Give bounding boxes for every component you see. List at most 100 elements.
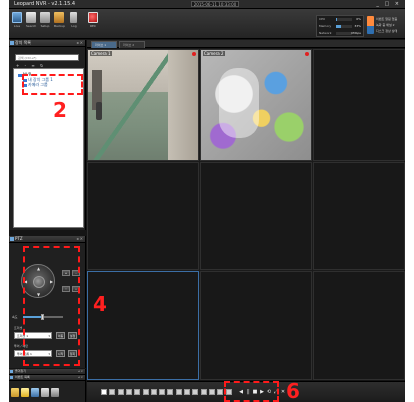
app-title: Leopard NVR - v2.1.15.4: [14, 1, 76, 7]
device-panel-title: 장치 목록: [15, 40, 31, 45]
trash-icon[interactable]: [51, 388, 59, 397]
video-tile-selected[interactable]: [87, 271, 199, 380]
event-panel-title: 이벤트 목록: [15, 375, 30, 379]
backup-button[interactable]: Backup: [54, 12, 65, 28]
record-label: REC: [89, 24, 97, 28]
layout-split-button[interactable]: [142, 389, 149, 395]
layout-split-button[interactable]: [150, 389, 157, 395]
status-bar: [336, 18, 352, 21]
camera-label: Camera 2: [203, 51, 225, 56]
status-value: 33%: [354, 24, 361, 28]
video-tile-empty[interactable]: [200, 271, 312, 380]
layout-split-button[interactable]: [159, 389, 166, 395]
event-panel-header[interactable]: 이벤트 목록 ◂ ×: [9, 375, 85, 381]
panel-icon: [10, 41, 14, 45]
search-playback-icon: [26, 12, 36, 23]
log-label: Log: [71, 24, 77, 28]
favorite-star-icon[interactable]: [21, 388, 29, 397]
camera-label: Camera 1: [90, 51, 112, 56]
window-controls[interactable]: _ □ ×: [376, 1, 401, 7]
bottom-left-panels: 즐겨찾기 ◂ × 이벤트 목록 ◂ ×: [9, 369, 86, 402]
panel-controls[interactable]: ◂ ×: [76, 236, 83, 242]
layout-split-button[interactable]: [117, 389, 124, 395]
recording-indicator-icon: [192, 52, 196, 56]
layout-split-button[interactable]: [167, 389, 174, 395]
layout-save-icon[interactable]: [31, 388, 39, 397]
recording-indicator-icon: [305, 52, 309, 56]
setup-icon: [40, 12, 50, 23]
annotation-box-6: [224, 381, 279, 402]
backup-label: Backup: [54, 24, 65, 28]
system-status-panel: CPU 6% Memory 33% Network 0Mbps: [316, 15, 364, 37]
annotation-number-6: 6: [286, 379, 300, 402]
status-value: 0Mbps: [351, 31, 361, 35]
tab-live-2[interactable]: 라이브 2: [119, 41, 145, 48]
alarm-panel[interactable]: 이벤트 알림 없음 녹화 중 채널 2 디스크 정상 상태: [367, 15, 401, 37]
layout-split-button[interactable]: [208, 389, 215, 395]
camera-1-scene-person: [96, 102, 102, 120]
annotation-box-2: [22, 74, 83, 95]
layout-split-button[interactable]: [134, 389, 141, 395]
camera-2-scene-blur: [219, 68, 259, 138]
main-toolbar: Live Search Setup Backup Log REC CPU 6%: [9, 9, 405, 39]
annotation-number-4: 4: [93, 292, 107, 316]
video-tile-empty[interactable]: [200, 162, 312, 270]
video-grid: Camera 1 Camera 2: [87, 49, 405, 380]
video-tile-camera-1[interactable]: Camera 1: [87, 49, 199, 161]
nvr-app-window: Leopard NVR - v2.1.15.4 2015-06-11 10:33…: [9, 0, 405, 402]
layout-split-button[interactable]: [109, 389, 116, 395]
layout-split-button[interactable]: [200, 389, 207, 395]
tab-live-1[interactable]: 라이브 1: [91, 41, 117, 48]
status-bar: [336, 32, 352, 35]
setup-button[interactable]: Setup: [40, 12, 50, 28]
status-label: Network: [319, 31, 332, 35]
panel-controls[interactable]: ◂ ×: [78, 369, 83, 374]
backup-icon: [54, 12, 64, 23]
panel-icon: [10, 370, 13, 373]
video-tile-camera-2[interactable]: Camera 2: [200, 49, 312, 161]
video-tile-empty[interactable]: [313, 271, 405, 380]
status-row-cpu: CPU 6%: [317, 16, 363, 23]
status-row-network: Network 0Mbps: [317, 30, 363, 37]
video-tile-empty[interactable]: [313, 162, 405, 270]
annotation-box-4: [23, 246, 80, 366]
alarm-line: 디스크 정상 상태: [376, 29, 398, 33]
panel-icon: [10, 237, 14, 241]
alarm-line: 이벤트 알림 없음: [376, 17, 398, 21]
record-button[interactable]: REC: [88, 12, 98, 28]
annotation-number-2: 2: [53, 98, 67, 122]
datetime-badge: 2015-06-11 10:33:00: [191, 1, 239, 7]
panel-controls[interactable]: ◂ ×: [76, 40, 83, 46]
setup-label: Setup: [40, 24, 50, 28]
layout-split-button[interactable]: [175, 389, 182, 395]
search-button[interactable]: Search: [26, 12, 36, 28]
folder-icon[interactable]: [11, 388, 19, 397]
video-tile-empty[interactable]: [313, 49, 405, 161]
log-button[interactable]: Log: [69, 12, 79, 28]
panel-icon: [10, 376, 13, 379]
device-list-panel: 장치 목록 ◂ × + - ≡ ↻ NVR 내 장치 그룹 1 카메라 그룹: [9, 40, 86, 230]
layout-tabs: 라이브 1 라이브 2: [87, 40, 405, 48]
ptz-panel-header: PTZ ◂ ×: [9, 236, 85, 243]
title-bar: Leopard NVR - v2.1.15.4 2015-06-11 10:33…: [9, 0, 405, 9]
record-icon: [88, 12, 98, 23]
live-view-button[interactable]: Live: [12, 12, 22, 28]
camera-group-icon[interactable]: [41, 388, 49, 397]
status-row-memory: Memory 33%: [317, 23, 363, 30]
layout-split-button[interactable]: [125, 389, 132, 395]
video-tile-empty[interactable]: [87, 162, 199, 270]
status-label: Memory: [319, 24, 332, 28]
device-panel-header: 장치 목록 ◂ ×: [9, 40, 85, 47]
layout-split-button[interactable]: [192, 389, 199, 395]
ptz-panel-title: PTZ: [15, 236, 23, 241]
alarm-icon: [367, 16, 374, 34]
device-search-input[interactable]: [15, 54, 79, 61]
status-value: 6%: [356, 17, 361, 21]
search-label: Search: [26, 24, 37, 28]
layout-split-button[interactable]: [184, 389, 190, 395]
layout-split-button[interactable]: [101, 389, 107, 395]
alarm-line: 녹화 중 채널 2: [376, 23, 395, 27]
panel-controls[interactable]: ◂ ×: [78, 375, 83, 380]
layout-split-button[interactable]: [217, 389, 224, 395]
log-icon: [70, 12, 77, 23]
